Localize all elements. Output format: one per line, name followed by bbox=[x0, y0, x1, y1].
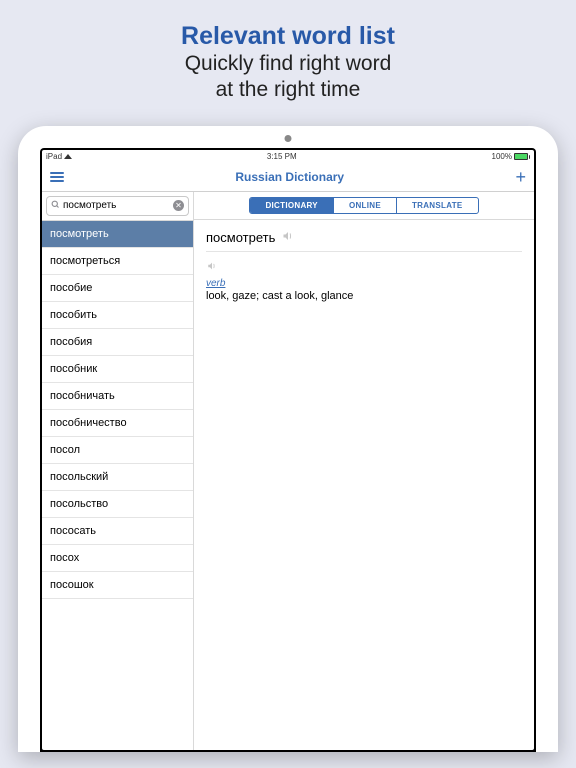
list-item[interactable]: пособник bbox=[42, 356, 193, 383]
device-camera bbox=[285, 135, 292, 142]
device-label: iPad bbox=[46, 152, 62, 161]
promo-header: Relevant word list Quickly find right wo… bbox=[0, 0, 576, 116]
list-item[interactable]: пособничество bbox=[42, 410, 193, 437]
main-panel: DICTIONARYONLINETRANSLATE посмотреть bbox=[194, 192, 534, 750]
list-item[interactable]: посмотреться bbox=[42, 248, 193, 275]
wifi-icon bbox=[64, 154, 72, 159]
entry-headword: посмотреть bbox=[206, 230, 275, 245]
search-box: ✕ bbox=[46, 196, 189, 216]
promo-sub-line1: Quickly find right word bbox=[10, 51, 566, 77]
content-area: ✕ посмотретьпосмотретьсяпособиепособитьп… bbox=[42, 192, 534, 750]
search-icon bbox=[51, 200, 60, 212]
battery-pct: 100% bbox=[492, 152, 512, 161]
tab-translate[interactable]: TRANSLATE bbox=[397, 198, 478, 213]
entry: посмотреть verb look, gaze; cast a look,… bbox=[194, 220, 534, 312]
nav-bar: Russian Dictionary + bbox=[42, 164, 534, 192]
entry-pos[interactable]: verb bbox=[206, 278, 522, 289]
speaker-icon-small[interactable] bbox=[206, 259, 218, 274]
status-time: 3:15 PM bbox=[267, 152, 297, 161]
promo-sub-line2: at the right time bbox=[10, 77, 566, 103]
search-wrap: ✕ bbox=[42, 192, 193, 221]
nav-title: Russian Dictionary bbox=[235, 170, 344, 184]
list-item[interactable]: пособие bbox=[42, 275, 193, 302]
status-bar: iPad 3:15 PM 100% bbox=[42, 150, 534, 164]
ipad-frame: iPad 3:15 PM 100% Russian Dictionary + bbox=[18, 126, 558, 752]
list-item[interactable]: посох bbox=[42, 545, 193, 572]
list-item[interactable]: посошок bbox=[42, 572, 193, 599]
list-item[interactable]: посольство bbox=[42, 491, 193, 518]
clear-search-button[interactable]: ✕ bbox=[173, 200, 184, 211]
battery-icon bbox=[514, 153, 530, 160]
tab-online[interactable]: ONLINE bbox=[334, 198, 397, 213]
entry-definition: look, gaze; cast a look, glance bbox=[206, 290, 522, 302]
list-item[interactable]: пососать bbox=[42, 518, 193, 545]
list-item[interactable]: пособия bbox=[42, 329, 193, 356]
list-item[interactable]: пособить bbox=[42, 302, 193, 329]
tabs-bar: DICTIONARYONLINETRANSLATE bbox=[194, 192, 534, 220]
list-item[interactable]: посол bbox=[42, 437, 193, 464]
promo-title: Relevant word list bbox=[10, 22, 566, 51]
speaker-icon[interactable] bbox=[281, 230, 295, 245]
list-item[interactable]: посмотреть bbox=[42, 221, 193, 248]
device-bezel: iPad 3:15 PM 100% Russian Dictionary + bbox=[40, 148, 536, 752]
add-button[interactable]: + bbox=[515, 168, 526, 186]
tab-dictionary[interactable]: DICTIONARY bbox=[250, 198, 333, 213]
menu-button[interactable] bbox=[50, 172, 64, 182]
sidebar: ✕ посмотретьпосмотретьсяпособиепособитьп… bbox=[42, 192, 194, 750]
word-list[interactable]: посмотретьпосмотретьсяпособиепособитьпос… bbox=[42, 221, 193, 750]
search-input[interactable] bbox=[63, 200, 170, 211]
list-item[interactable]: посольский bbox=[42, 464, 193, 491]
device-screen: iPad 3:15 PM 100% Russian Dictionary + bbox=[42, 150, 534, 750]
segmented-control: DICTIONARYONLINETRANSLATE bbox=[249, 197, 478, 214]
list-item[interactable]: пособничать bbox=[42, 383, 193, 410]
